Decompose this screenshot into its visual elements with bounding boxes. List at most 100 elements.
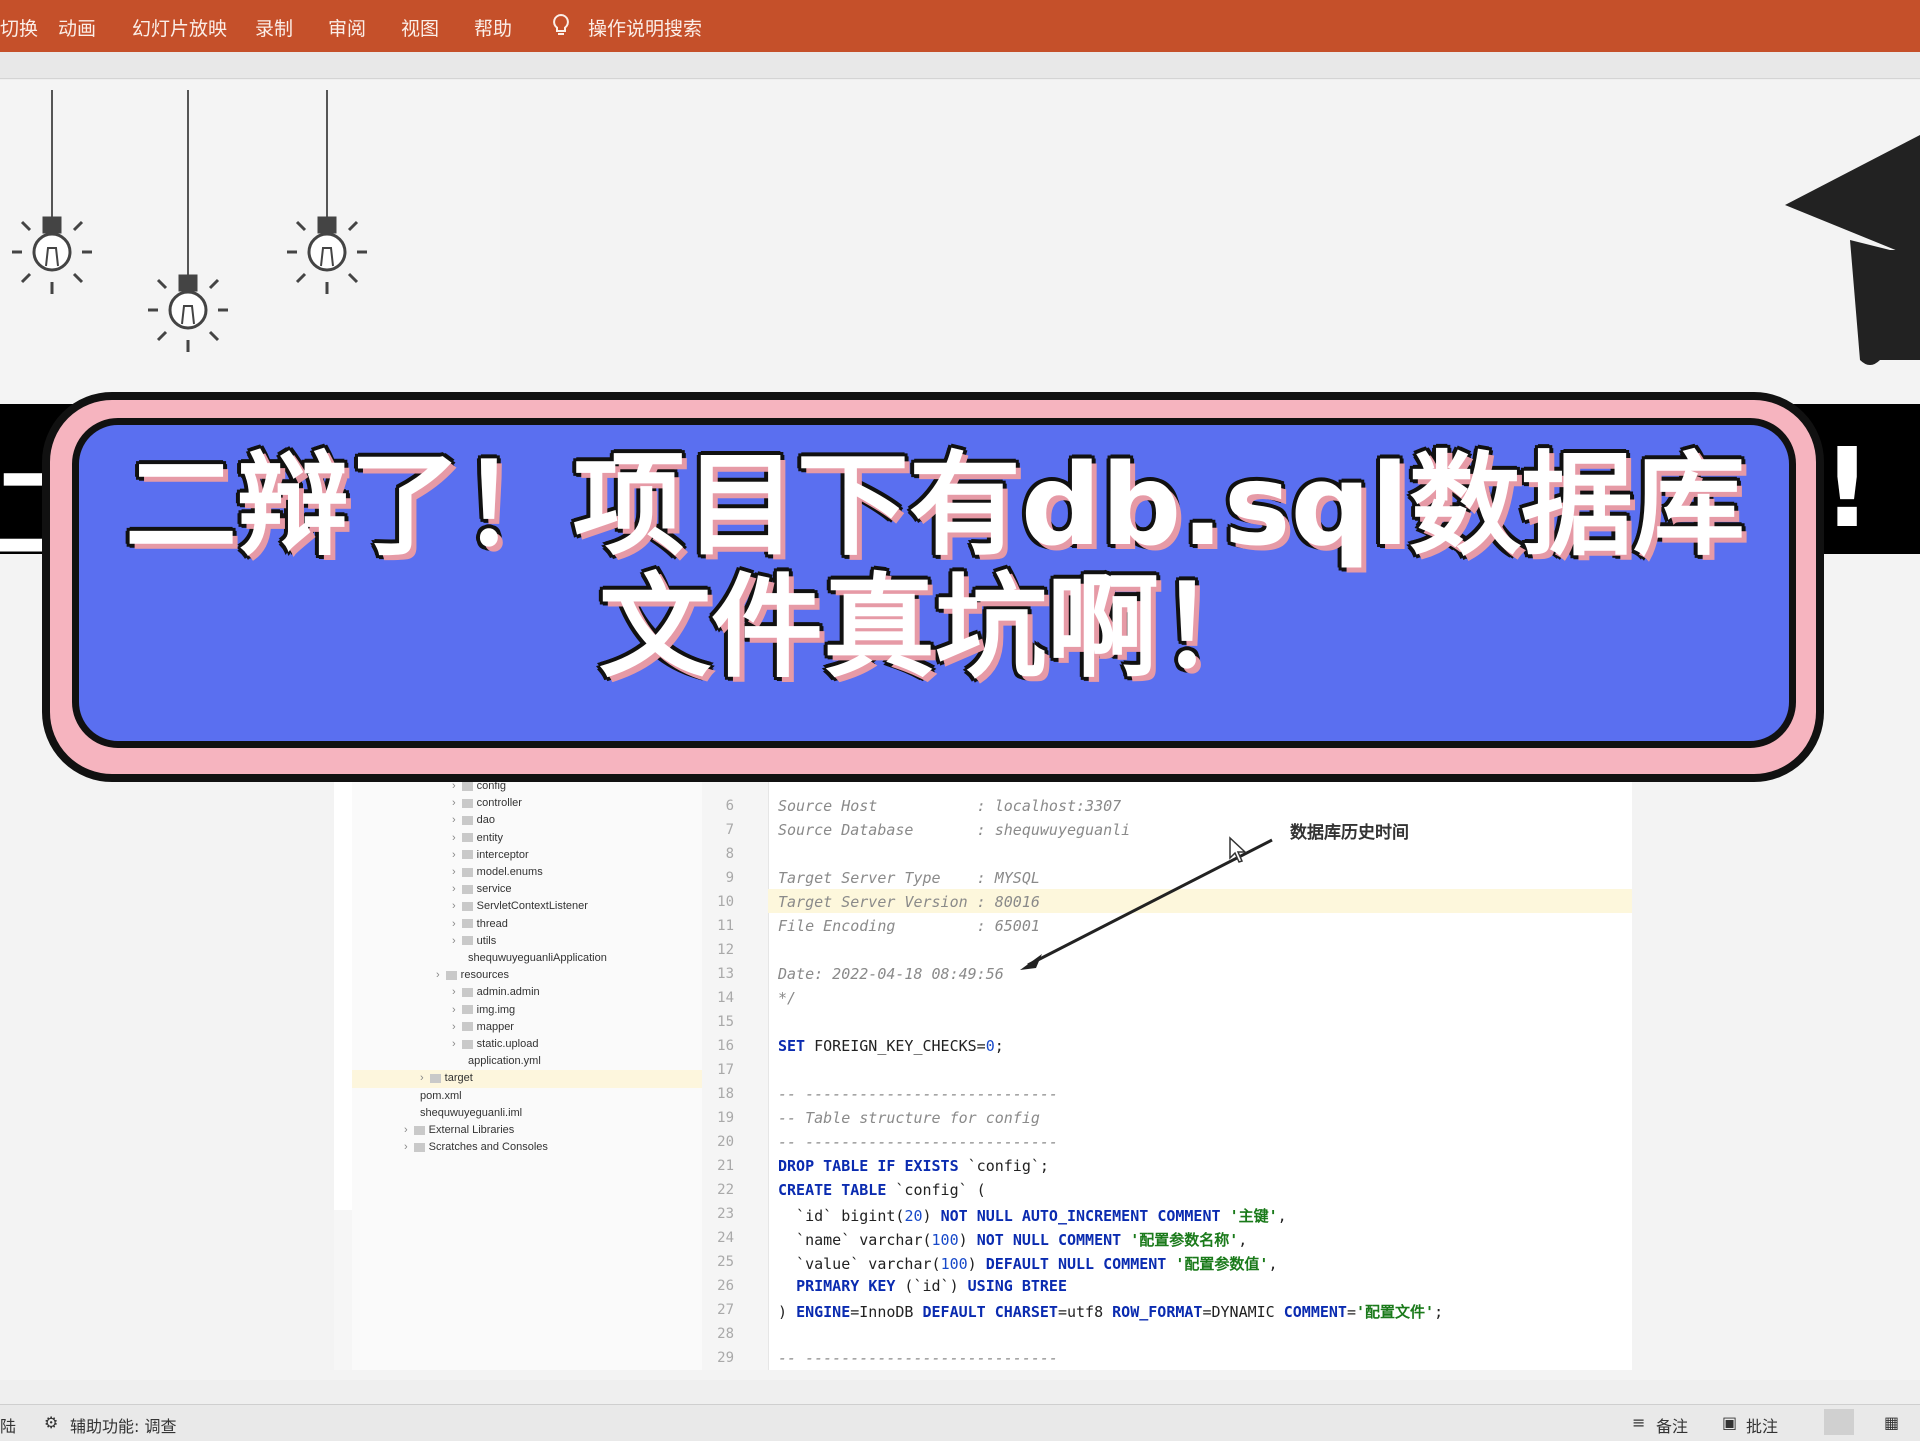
annotation-label: 数据库历史时间 (1290, 823, 1409, 843)
chevron-right-icon[interactable]: › (452, 1021, 456, 1033)
tab-animations[interactable]: 动画 (58, 14, 96, 41)
line-number: 11 (717, 918, 734, 934)
tree-item[interactable]: › controller (452, 797, 522, 809)
code-line[interactable]: File Encoding : 65001 (778, 917, 1040, 935)
line-number: 23 (717, 1206, 734, 1222)
tree-item-label: target (444, 1072, 473, 1085)
code-line[interactable]: PRIMARY KEY (`id`) USING BTREE (778, 1277, 1067, 1295)
tree-item-label: controller (476, 797, 522, 810)
chevron-right-icon[interactable]: › (452, 918, 456, 930)
code-line[interactable]: -- ---------------------------- (778, 1133, 1058, 1151)
code-line[interactable]: -- ---------------------------- (778, 1085, 1058, 1103)
code-line[interactable]: Target Server Type : MYSQL (778, 869, 1040, 887)
chevron-right-icon[interactable]: › (452, 883, 456, 895)
folder-icon (461, 1039, 473, 1049)
line-number: 20 (717, 1134, 734, 1150)
code-line[interactable]: `value` varchar(100) DEFAULT NULL COMMEN… (778, 1253, 1277, 1274)
tree-item[interactable]: › dao (452, 814, 495, 826)
tree-item[interactable]: › model.enums (452, 866, 543, 878)
tree-item[interactable]: › interceptor (452, 849, 529, 861)
tree-item[interactable]: shequwuyeguanliApplication (468, 952, 607, 964)
chevron-right-icon[interactable]: › (436, 969, 440, 981)
tab-view[interactable]: 视图 (401, 14, 439, 41)
tab-slideshow[interactable]: 幻灯片放映 (132, 14, 227, 41)
tell-me-search[interactable]: 操作说明搜索 (588, 14, 702, 41)
ribbon-panel (0, 52, 1920, 79)
chevron-right-icon[interactable]: › (452, 797, 456, 809)
chevron-right-icon[interactable]: › (452, 1038, 456, 1050)
tree-item[interactable]: › service (452, 883, 512, 895)
code-line[interactable]: Target Server Version : 80016 (778, 893, 1040, 911)
tab-transitions[interactable]: 切换 (0, 14, 38, 41)
line-number: 29 (717, 1350, 734, 1366)
bulb-icon (12, 216, 92, 294)
tree-item[interactable]: › Scratches and Consoles (404, 1141, 548, 1153)
chevron-right-icon[interactable]: › (452, 935, 456, 947)
comments-button[interactable]: 批注 (1746, 1413, 1778, 1437)
tree-item[interactable]: › thread (452, 918, 508, 930)
line-number: 26 (717, 1278, 734, 1294)
normal-view-button[interactable] (1824, 1409, 1854, 1435)
chevron-right-icon[interactable]: › (452, 849, 456, 861)
chevron-right-icon[interactable]: › (452, 814, 456, 826)
chevron-right-icon[interactable]: › (420, 1072, 424, 1084)
code-line[interactable]: SET FOREIGN_KEY_CHECKS=0; (778, 1037, 1004, 1055)
code-line[interactable]: ) ENGINE=InnoDB DEFAULT CHARSET=utf8 ROW… (778, 1301, 1443, 1322)
folder-icon (461, 901, 473, 911)
tree-item-label: service (476, 883, 512, 896)
tree-item[interactable]: › resources (436, 969, 509, 981)
tab-review[interactable]: 审阅 (328, 14, 366, 41)
accessibility-status[interactable]: 辅助功能: 调查 (70, 1413, 176, 1437)
folder-icon (461, 987, 473, 997)
tree-item[interactable]: › utils (452, 935, 496, 947)
tree-item[interactable]: application.yml (468, 1055, 541, 1067)
line-number: 19 (717, 1110, 734, 1126)
code-line[interactable]: */ (778, 989, 796, 1007)
code-line[interactable]: `id` bigint(20) NOT NULL AUTO_INCREMENT … (778, 1205, 1287, 1226)
tree-item[interactable]: shequwuyeguanli.iml (420, 1107, 522, 1119)
title-card-heading: 二辩了！项目下有db.sql数据库 文件真坑啊！ (120, 445, 1750, 689)
tree-item[interactable]: › admin.admin (452, 986, 540, 998)
tree-item[interactable]: pom.xml (420, 1090, 462, 1102)
chevron-right-icon[interactable]: › (452, 900, 456, 912)
tree-item[interactable]: › entity (452, 832, 503, 844)
tree-item-label: interceptor (476, 848, 529, 861)
code-line[interactable]: Source Host : localhost:3307 (778, 797, 1121, 815)
line-number: 12 (717, 942, 734, 958)
chevron-right-icon[interactable]: › (452, 986, 456, 998)
code-line[interactable]: Date: 2022-04-18 08:49:56 (778, 965, 1004, 983)
folder-icon (445, 970, 457, 980)
tree-item-label: model.enums (476, 866, 543, 878)
code-line[interactable]: -- ---------------------------- (778, 1349, 1058, 1367)
chevron-right-icon[interactable]: › (452, 832, 456, 844)
tree-item[interactable]: › mapper (452, 1021, 514, 1033)
line-number: 8 (725, 846, 734, 862)
tab-record[interactable]: 录制 (255, 14, 293, 41)
slide-sorter-icon[interactable]: ▦ (1884, 1413, 1899, 1432)
bulb-icon (287, 216, 367, 294)
code-line[interactable]: DROP TABLE IF EXISTS `config`; (778, 1157, 1049, 1175)
tree-selection-highlight (352, 1070, 702, 1088)
chevron-right-icon[interactable]: › (404, 1141, 408, 1153)
tree-item[interactable]: › target (420, 1072, 473, 1084)
code-line[interactable]: CREATE TABLE `config` ( (778, 1181, 986, 1199)
code-line[interactable]: `name` varchar(100) NOT NULL COMMENT '配置… (778, 1229, 1247, 1250)
comment-icon: ▣ (1722, 1413, 1738, 1432)
tab-help[interactable]: 帮助 (474, 14, 512, 41)
notes-icon: ≡ (1632, 1413, 1646, 1432)
chevron-right-icon[interactable]: › (404, 1124, 408, 1136)
tree-item[interactable]: › ServletContextListener (452, 900, 588, 912)
tree-item-label: shequwuyeguanliApplication (468, 952, 607, 964)
tree-item[interactable]: › External Libraries (404, 1124, 514, 1136)
notes-button[interactable]: 备注 (1656, 1413, 1688, 1437)
tree-item-label: pom.xml (420, 1089, 462, 1102)
tree-item[interactable]: › img.img (452, 1004, 515, 1016)
folder-icon (461, 884, 473, 894)
chevron-right-icon[interactable]: › (452, 1004, 456, 1016)
accessibility-icon: ⚙ (44, 1413, 59, 1432)
tree-item[interactable]: › static.upload (452, 1038, 538, 1050)
chevron-right-icon[interactable]: › (452, 866, 456, 878)
code-line[interactable]: -- Table structure for config (778, 1109, 1040, 1127)
line-number: 25 (717, 1254, 734, 1270)
folder-icon (413, 1142, 425, 1152)
